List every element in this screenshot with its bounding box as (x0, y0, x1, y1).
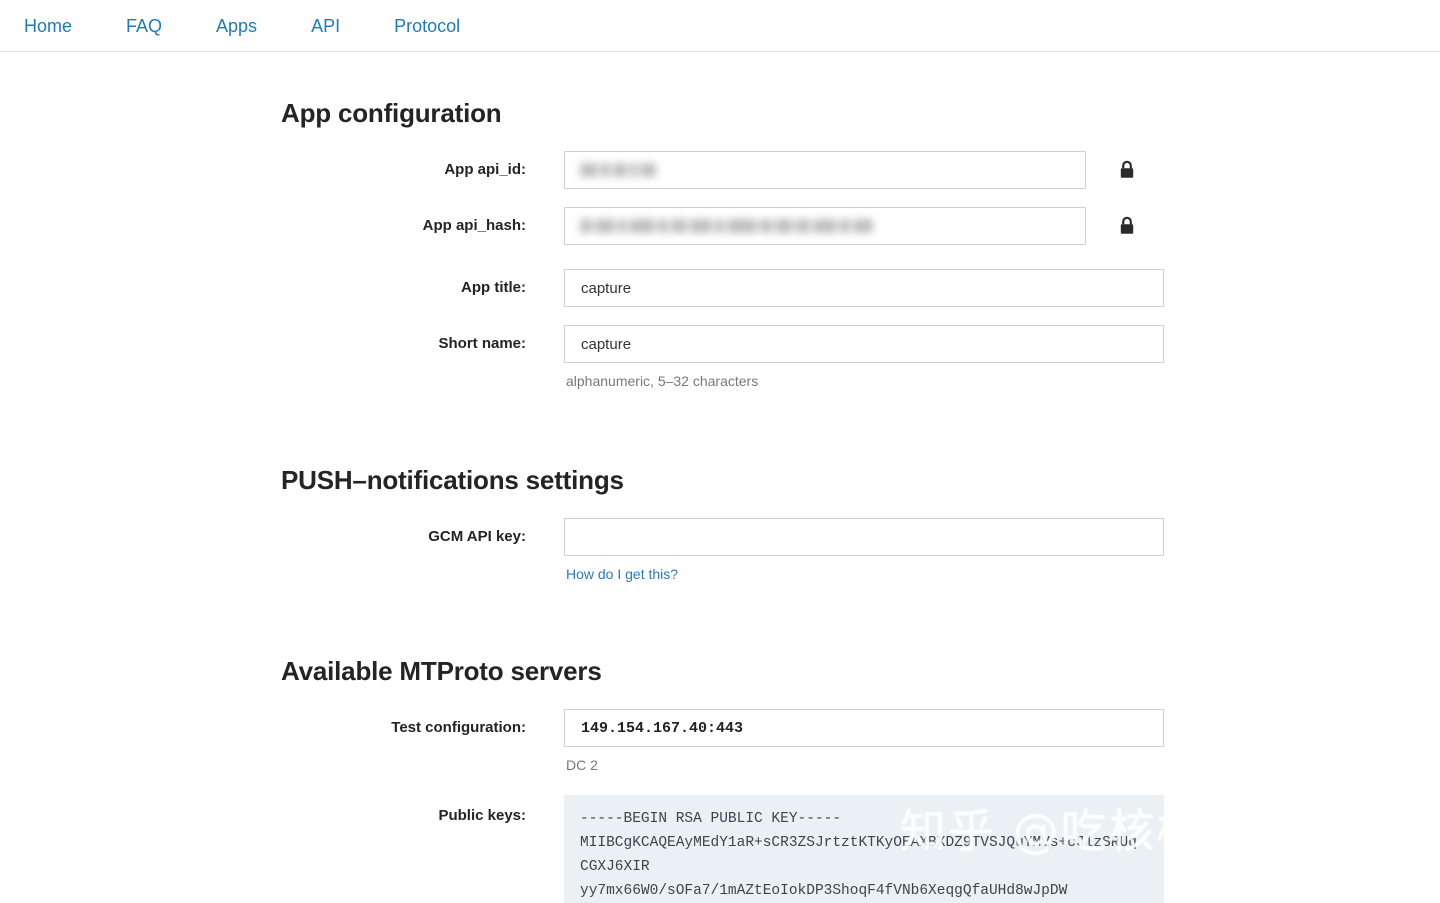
label-app-title: App title: (461, 279, 526, 296)
label-test-configuration: Test configuration: (391, 719, 526, 736)
page-content: App configuration App api_id: App api_ha… (0, 52, 1440, 903)
app-title-input[interactable] (564, 269, 1164, 307)
test-configuration-dc-label: DC 2 (566, 757, 598, 773)
api-id-field-wrapper (564, 151, 1086, 189)
form-row-api-hash: App api_hash: (0, 207, 1440, 245)
lock-icon (1118, 215, 1136, 237)
form-row-public-keys: Public keys: -----BEGIN RSA PUBLIC KEY--… (0, 795, 1440, 903)
form-row-test-configuration: Test configuration: DC 2 (0, 709, 1440, 773)
nav-link-protocol[interactable]: Protocol (382, 17, 472, 35)
api-id-input[interactable] (564, 151, 1086, 189)
gcm-api-key-input[interactable] (564, 518, 1164, 556)
top-navigation: Home FAQ Apps API Protocol (0, 0, 1440, 52)
api-hash-input[interactable] (564, 207, 1086, 245)
form-row-short-name: Short name: alphanumeric, 5–32 character… (0, 325, 1440, 389)
label-api-id: App api_id: (444, 161, 526, 178)
label-public-keys: Public keys: (438, 807, 526, 824)
nav-link-faq[interactable]: FAQ (114, 17, 174, 35)
app-configuration-heading: App configuration (281, 98, 502, 128)
short-name-helper-text: alphanumeric, 5–32 characters (566, 373, 759, 389)
gcm-how-do-i-get-this-link[interactable]: How do I get this? (566, 566, 1164, 582)
nav-link-api[interactable]: API (299, 17, 352, 35)
api-hash-field-wrapper (564, 207, 1086, 245)
label-gcm-api-key: GCM API key: (428, 528, 526, 545)
push-notifications-heading: PUSH–notifications settings (281, 465, 624, 495)
test-configuration-input[interactable] (564, 709, 1164, 747)
lock-icon (1118, 159, 1136, 181)
short-name-input[interactable] (564, 325, 1164, 363)
label-short-name: Short name: (438, 335, 526, 352)
mtproto-servers-heading: Available MTProto servers (281, 656, 602, 686)
form-row-app-title: App title: (0, 269, 1440, 307)
nav-link-home[interactable]: Home (12, 17, 84, 35)
form-row-api-id: App api_id: (0, 151, 1440, 189)
label-api-hash: App api_hash: (422, 217, 526, 234)
nav-link-apps[interactable]: Apps (204, 17, 269, 35)
form-row-gcm-api-key: GCM API key: How do I get this? (0, 518, 1440, 582)
public-keys-textarea[interactable]: -----BEGIN RSA PUBLIC KEY----- MIIBCgKCA… (564, 795, 1164, 903)
